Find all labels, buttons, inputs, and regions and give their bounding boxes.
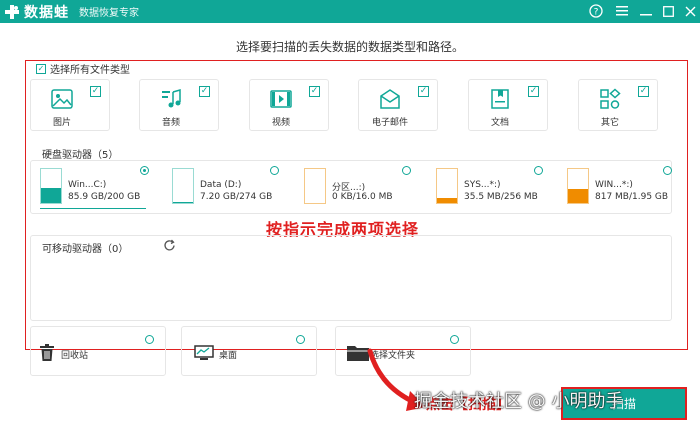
app-subtitle: 数据恢复专家: [79, 8, 139, 19]
tile-label: 图片: [52, 118, 71, 128]
file-type-tile-email[interactable]: ✓ 电子邮件: [358, 79, 438, 131]
drive-size: 817 MB/1.95 GB: [595, 192, 669, 202]
location-recycle-bin[interactable]: 回收站: [30, 326, 166, 376]
location-label: 回收站: [61, 351, 89, 361]
tile-label: 视频: [271, 118, 290, 128]
drive-name: Win...C:): [68, 180, 107, 190]
location-label: 桌面: [219, 351, 238, 361]
file-type-tile-image[interactable]: ✓ 图片: [30, 79, 110, 131]
location-radio[interactable]: [450, 335, 459, 344]
drive-radio[interactable]: [534, 166, 543, 175]
drive-radio[interactable]: [402, 166, 411, 175]
brand: 数据蛙 数据恢复专家: [4, 2, 139, 21]
drive-radio[interactable]: [270, 166, 279, 175]
close-icon[interactable]: [682, 3, 698, 19]
hard-drives-title: 硬盘驱动器（5）: [42, 150, 119, 161]
tile-checkbox[interactable]: ✓: [528, 86, 539, 97]
drive-icon: [40, 168, 62, 204]
drive-usage-fill: [437, 198, 457, 203]
video-icon: [270, 90, 292, 108]
document-icon: [491, 89, 509, 109]
selected-underline: [40, 208, 146, 209]
image-icon: [51, 89, 73, 109]
logo-icon: [5, 4, 19, 19]
tile-checkbox[interactable]: ✓: [199, 86, 210, 97]
drive-radio[interactable]: [140, 166, 149, 175]
drive-size: 7.20 GB/274 GB: [200, 192, 273, 202]
removable-drives-title: 可移动驱动器（0）: [42, 244, 129, 255]
email-icon: [380, 89, 400, 109]
drive-item[interactable]: 分区...:) 0 KB/16.0 MB: [304, 166, 416, 208]
drive-item[interactable]: Data (D:) 7.20 GB/274 GB: [172, 166, 284, 208]
drive-item[interactable]: SYS...*:) 35.5 MB/256 MB: [436, 166, 548, 208]
drive-radio[interactable]: [663, 166, 672, 175]
tile-label: 电子邮件: [371, 118, 408, 128]
drive-usage-fill: [41, 188, 61, 203]
location-radio[interactable]: [296, 335, 305, 344]
file-type-tile-document[interactable]: ✓ 文档: [468, 79, 548, 131]
file-type-tile-audio[interactable]: ✓ 音频: [139, 79, 219, 131]
drive-icon: [304, 168, 326, 204]
watermark: 掘金技术社区 @ 小明助手: [414, 391, 624, 412]
other-icon: [600, 88, 621, 109]
menu-icon[interactable]: [614, 3, 630, 19]
desktop-icon: [194, 345, 214, 360]
drive-usage-fill: [568, 188, 588, 203]
tile-checkbox[interactable]: ✓: [638, 86, 649, 97]
drive-icon: [436, 168, 458, 204]
refresh-icon[interactable]: [163, 239, 176, 252]
drive-icon: [172, 168, 194, 204]
help-icon[interactable]: ?: [588, 3, 604, 19]
file-type-tile-video[interactable]: ✓ 视频: [249, 79, 329, 131]
drive-name: SYS...*:): [464, 180, 501, 190]
music-icon: [162, 89, 181, 108]
location-radio[interactable]: [145, 335, 154, 344]
tile-label: 其它: [600, 118, 619, 128]
drive-usage-fill: [173, 201, 193, 203]
location-desktop[interactable]: 桌面: [181, 326, 317, 376]
tile-checkbox[interactable]: ✓: [418, 86, 429, 97]
drive-size: 85.9 GB/200 GB: [68, 192, 141, 202]
drive-size: 35.5 MB/256 MB: [464, 192, 538, 202]
svg-text:?: ?: [594, 8, 599, 18]
select-all-label: 选择所有文件类型: [50, 65, 130, 76]
maximize-icon[interactable]: [660, 3, 676, 19]
drive-item[interactable]: WIN...*:) 817 MB/1.95 GB: [567, 166, 679, 208]
recycle-bin-icon: [40, 344, 54, 361]
minimize-icon[interactable]: [638, 3, 654, 19]
brand-name: 数据蛙: [24, 4, 69, 21]
drive-name: Data (D:): [200, 180, 242, 190]
instruction-text: 选择要扫描的丢失数据的数据类型和路径。: [235, 40, 464, 54]
file-type-tile-other[interactable]: ✓ 其它: [578, 79, 658, 131]
tile-label: 文档: [490, 118, 509, 128]
select-all-checkbox[interactable]: ✓ 选择所有文件类型: [36, 61, 130, 76]
drive-icon: [567, 168, 589, 204]
tile-checkbox[interactable]: ✓: [309, 86, 320, 97]
drive-name: WIN...*:): [595, 180, 633, 190]
tile-label: 音频: [161, 118, 180, 128]
tile-checkbox[interactable]: ✓: [90, 86, 101, 97]
checkbox-icon: ✓: [36, 63, 46, 74]
drive-item[interactable]: Win...C:) 85.9 GB/200 GB: [40, 166, 152, 209]
title-bar: 数据蛙 数据恢复专家 ?: [0, 0, 700, 23]
drive-size: 0 KB/16.0 MB: [332, 192, 393, 202]
